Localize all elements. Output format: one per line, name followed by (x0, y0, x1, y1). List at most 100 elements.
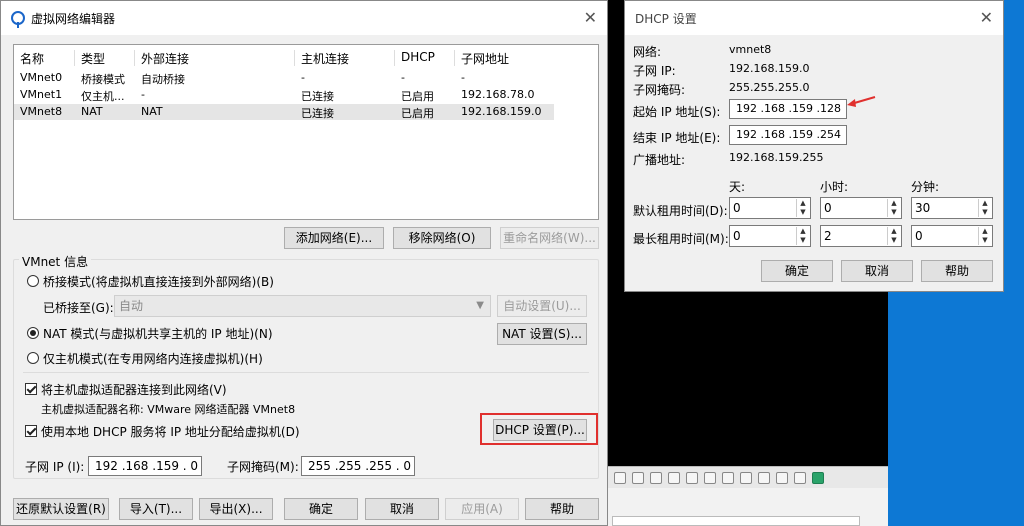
broadcast-value: 192.168.159.255 (729, 151, 824, 164)
sound-icon[interactable] (704, 471, 716, 484)
nat-mode-label[interactable]: NAT 模式(与虚拟机共享主机的 IP 地址)(N) (43, 325, 273, 342)
col-header-type[interactable]: 类型 (81, 50, 105, 67)
cell: - (461, 71, 465, 84)
cell: 已连接 (301, 107, 334, 120)
network-label: 网络: (633, 45, 662, 59)
col-header-host[interactable]: 主机连接 (301, 50, 349, 67)
col-header-dhcp[interactable]: DHCP (401, 50, 435, 64)
network-icon (11, 11, 25, 28)
col-header-external[interactable]: 外部连接 (141, 50, 189, 67)
restore-defaults-button[interactable]: 还原默认设置(R) (13, 498, 109, 520)
spin-arrows-icon[interactable]: ▲ ▼ (978, 199, 991, 217)
start-ip-input[interactable]: 192 .168 .159 .128 (729, 99, 847, 119)
cell: 自动桥接 (141, 73, 185, 86)
end-ip-input[interactable]: 192 .168 .159 .254 (729, 125, 847, 145)
subnet-ip-label: 子网 IP (I): (25, 460, 85, 474)
virtual-network-editor-dialog: 虚拟网络编辑器 ✕ 名称 类型 外部连接 主机连接 DHCP 子网地址 VMne… (0, 0, 608, 526)
help-button[interactable]: 帮助 (525, 498, 599, 520)
bridged-mode-label[interactable]: 桥接模式(将虚拟机直接连接到外部网络)(B) (43, 273, 274, 290)
network-list[interactable]: 名称 类型 外部连接 主机连接 DHCP 子网地址 VMnet0 桥接模式 自动… (13, 44, 599, 220)
cell: - (301, 71, 305, 84)
subnet-mask-label: 子网掩码: (633, 83, 686, 97)
floppy-icon[interactable] (740, 471, 752, 484)
nat-mode-radio[interactable] (27, 327, 39, 339)
cell: 已启用 (401, 107, 434, 120)
adapter-name-text: 主机虚拟适配器名称: VMware 网络适配器 VMnet8 (41, 403, 296, 416)
remove-network-button[interactable]: 移除网络(O) (393, 227, 491, 249)
max-lease-hours-stepper[interactable]: 2 ▲ ▼ (820, 225, 902, 247)
col-header-name[interactable]: 名称 (20, 50, 44, 67)
message-icon[interactable] (776, 471, 788, 484)
nat-settings-button[interactable]: NAT 设置(S)... (497, 323, 587, 345)
host-only-label[interactable]: 仅主机模式(在专用网络内连接虚拟机)(H) (43, 350, 263, 367)
stepper-value: 0 (824, 201, 832, 215)
col-header-subnet[interactable]: 子网地址 (461, 50, 509, 67)
table-row[interactable]: VMnet0 桥接模式 自动桥接 - - - (14, 70, 598, 86)
spin-arrows-icon[interactable]: ▲ ▼ (887, 199, 900, 217)
apply-button[interactable]: 应用(A) (445, 498, 519, 520)
cell: 192.168.159.0 (461, 105, 542, 118)
export-button[interactable]: 导出(X)... (199, 498, 273, 520)
network-adapter-icon[interactable] (650, 471, 662, 484)
subnet-ip-value: 192.168.159.0 (729, 62, 810, 75)
spin-arrows-icon[interactable]: ▲ ▼ (796, 227, 809, 245)
usb-icon[interactable] (668, 471, 680, 484)
bridged-to-label: 已桥接至(G): (43, 301, 114, 315)
default-lease-days-stepper[interactable]: 0 ▲ ▼ (729, 197, 811, 219)
cell: NAT (141, 105, 163, 118)
red-arrow-icon (847, 96, 876, 107)
stepper-value: 30 (915, 201, 931, 215)
subnet-mask-input[interactable]: 255 .255 .255 . 0 (301, 456, 415, 476)
help-button[interactable]: 帮助 (921, 260, 993, 282)
vmnet-info-group (13, 259, 599, 479)
spin-arrows-icon[interactable]: ▲ ▼ (796, 199, 809, 217)
cancel-button[interactable]: 取消 (841, 260, 913, 282)
use-dhcp-label[interactable]: 使用本地 DHCP 服务将 IP 地址分配给虚拟机(D) (41, 423, 300, 440)
add-network-button[interactable]: 添加网络(E)... (284, 227, 384, 249)
cell: - (141, 88, 145, 101)
auto-settings-button[interactable]: 自动设置(U)... (497, 295, 587, 317)
bridged-to-select[interactable]: 自动 ▼ (114, 295, 491, 317)
serial-icon[interactable] (758, 471, 770, 484)
ok-button[interactable]: 确定 (761, 260, 833, 282)
stepper-value: 0 (733, 201, 741, 215)
connect-adapter-label[interactable]: 将主机虚拟适配器连接到此网络(V) (41, 381, 227, 398)
vm-tools-icon[interactable] (812, 471, 824, 484)
import-button[interactable]: 导入(T)... (119, 498, 193, 520)
default-lease-hours-stepper[interactable]: 0 ▲ ▼ (820, 197, 902, 219)
highlight-box (480, 413, 598, 445)
camera-icon[interactable] (794, 471, 806, 484)
table-row[interactable]: VMnet1 仅主机... - 已连接 已启用 192.168.78.0 (14, 87, 598, 103)
max-lease-days-stepper[interactable]: 0 ▲ ▼ (729, 225, 811, 247)
cd-icon[interactable] (632, 471, 644, 484)
network-value: vmnet8 (729, 43, 772, 56)
cell: VMnet0 (20, 71, 63, 84)
spin-arrows-icon[interactable]: ▲ ▼ (887, 227, 900, 245)
use-dhcp-checkbox[interactable] (25, 425, 37, 437)
subnet-ip-label: 子网 IP: (633, 64, 676, 78)
group-title: VMnet 信息 (19, 253, 92, 270)
spin-arrows-icon[interactable]: ▲ ▼ (978, 227, 991, 245)
table-row-selected[interactable]: VMnet8 NAT NAT 已连接 已启用 192.168.159.0 (14, 104, 554, 120)
default-lease-minutes-stepper[interactable]: 30 ▲ ▼ (911, 197, 993, 219)
divider (23, 372, 589, 373)
host-only-radio[interactable] (27, 352, 39, 364)
rename-network-button[interactable]: 重命名网络(W)... (500, 227, 599, 249)
subnet-ip-input[interactable]: 192 .168 .159 . 0 (88, 456, 202, 476)
close-icon[interactable]: ✕ (584, 8, 597, 27)
stepper-value: 0 (733, 229, 741, 243)
connect-adapter-checkbox[interactable] (25, 383, 37, 395)
bridged-mode-radio[interactable] (27, 275, 39, 287)
end-ip-label: 结束 IP 地址(E): (633, 131, 721, 145)
bridged-to-value: 自动 (119, 299, 144, 313)
days-header: 天: (729, 180, 746, 194)
default-lease-label: 默认租用时间(D): (633, 204, 728, 218)
close-icon[interactable]: ✕ (980, 8, 993, 27)
hdd-icon[interactable] (614, 471, 626, 484)
cancel-button[interactable]: 取消 (365, 498, 439, 520)
printer-icon[interactable] (686, 471, 698, 484)
max-lease-minutes-stepper[interactable]: 0 ▲ ▼ (911, 225, 993, 247)
display-icon[interactable] (722, 471, 734, 484)
ok-button[interactable]: 确定 (284, 498, 358, 520)
cell: VMnet8 (20, 105, 63, 118)
